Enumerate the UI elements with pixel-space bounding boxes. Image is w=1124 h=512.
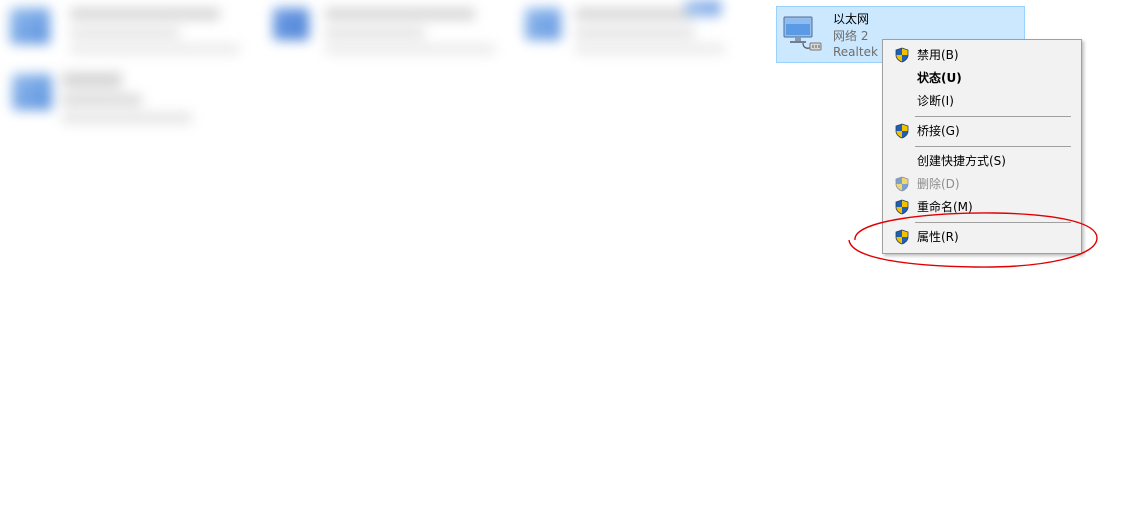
menu-item-status[interactable]: 状态(U) [885,67,1079,89]
network-adapter-icon [783,16,822,51]
menu-separator [915,116,1071,117]
blurred-adapter-1[interactable] [0,0,250,60]
uac-shield-icon [895,176,909,192]
menu-item-label: 禁用(B) [917,48,959,62]
menu-item-rename[interactable]: 重命名(M) [885,196,1079,218]
menu-item-bridge[interactable]: 桥接(G) [885,120,1079,142]
menu-item-label: 诊断(I) [917,94,954,108]
menu-item-label: 重命名(M) [917,200,973,214]
menu-item-delete[interactable]: 删除(D) [885,173,1079,195]
menu-item-disable[interactable]: 禁用(B) [885,44,1079,66]
uac-shield-icon [895,47,909,63]
adapter-name: 以太网 [833,12,870,26]
menu-item-label: 状态(U) [917,71,962,85]
blurred-adapter-2[interactable] [265,0,505,60]
uac-shield-icon [895,199,909,215]
menu-item-label: 桥接(G) [917,124,960,138]
blurred-adapter-3[interactable] [515,0,755,60]
menu-separator [915,146,1071,147]
menu-item-label: 删除(D) [917,177,960,191]
menu-item-label: 属性(R) [917,230,959,244]
blurred-adapter-4[interactable] [0,66,210,136]
menu-separator [915,222,1071,223]
menu-item-create-shortcut[interactable]: 创建快捷方式(S) [885,150,1079,172]
menu-item-label: 创建快捷方式(S) [917,154,1006,168]
adapter-device: Realtek I [833,45,886,59]
menu-item-diagnose[interactable]: 诊断(I) [885,90,1079,112]
adapter-network: 网络 2 [833,29,869,43]
context-menu: 禁用(B) 状态(U) 诊断(I) 桥接(G) 创建快捷方式(S) 删除(D) [882,39,1082,254]
uac-shield-icon [895,123,909,139]
uac-shield-icon [895,229,909,245]
menu-item-properties[interactable]: 属性(R) [885,226,1079,248]
